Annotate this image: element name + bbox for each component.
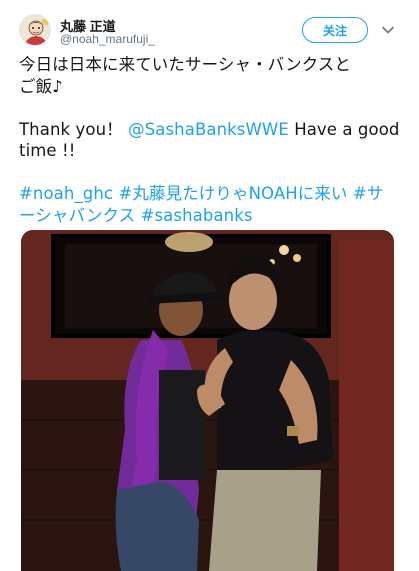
hashtag-link[interactable]: #noah_ghc xyxy=(19,184,113,203)
have-a-good-text: Have a good xyxy=(288,119,400,139)
tweet-photo[interactable] xyxy=(21,230,394,571)
thank-you-text: Thank you！ xyxy=(19,119,123,139)
mention-link[interactable]: @SashaBanksWWE xyxy=(128,120,289,139)
chevron-down-icon[interactable] xyxy=(381,23,395,37)
tweet-line-2: ご飯♪ xyxy=(19,76,63,96)
tweet-line-1: 今日は日本に来ていたサーシャ・バンクスと xyxy=(19,55,351,74)
photo-illustration xyxy=(21,230,394,571)
tweet-line-3: Thank you！ @SashaBanksWWE Have a good xyxy=(19,119,401,141)
avatar[interactable] xyxy=(19,14,51,46)
hashtag-line-1: #noah_ghc #丸藤見たけりゃNOAHに来い #サ xyxy=(19,183,401,205)
hashtag-link[interactable]: #丸藤見たけりゃNOAHに来い xyxy=(118,184,347,203)
hashtag-line-2: ーシャバンクス #sashabanks xyxy=(19,205,401,227)
tweet-text: 今日は日本に来ていたサーシャ・バンクスと ご飯♪ Thank you！ @Sas… xyxy=(19,54,401,226)
hashtag-link[interactable]: #sashabanks xyxy=(141,206,253,225)
tweet-line-4: time !! xyxy=(19,141,76,160)
hashtag-link[interactable]: ーシャバンクス xyxy=(19,206,135,225)
hashtag-link[interactable]: #サ xyxy=(353,184,384,203)
follow-button[interactable]: 关注 xyxy=(302,17,368,43)
tweet-header: 丸藤 正道 @noah_marufuji_ 关注 xyxy=(0,0,419,50)
screen-name[interactable]: @noah_marufuji_ xyxy=(60,32,155,46)
